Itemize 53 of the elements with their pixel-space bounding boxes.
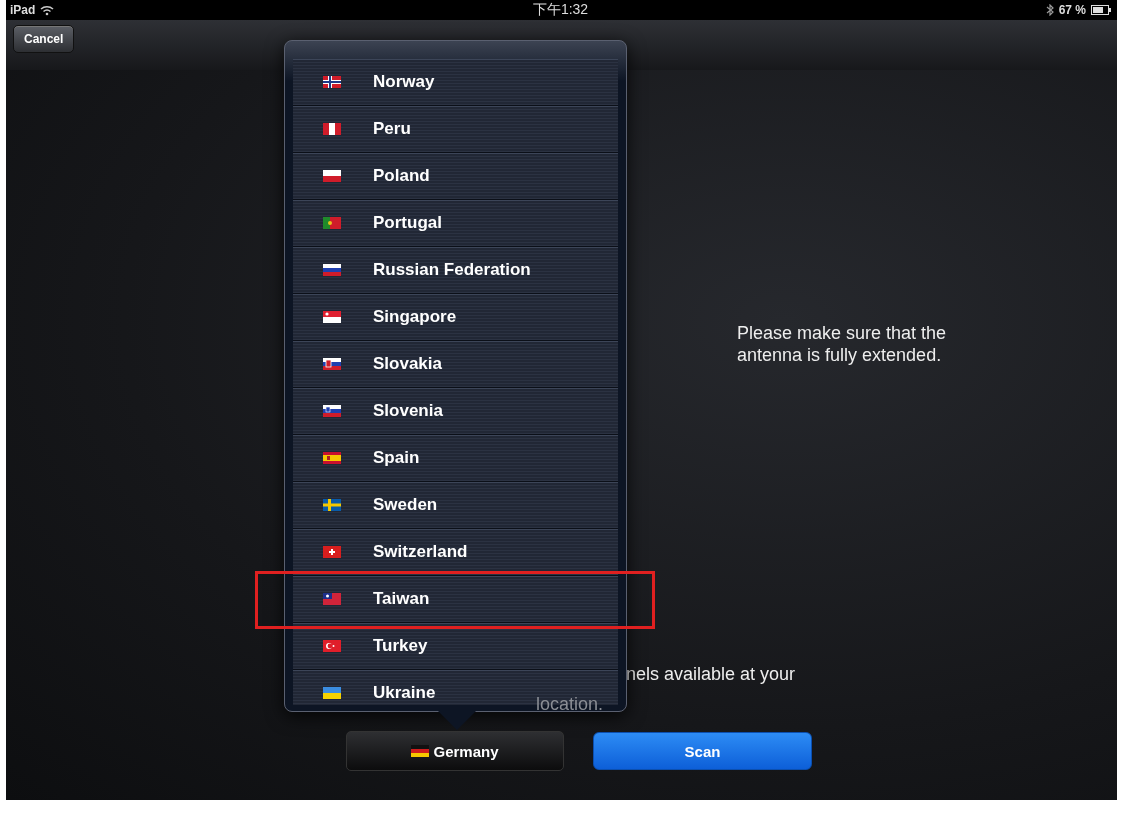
country-name: Peru — [373, 119, 411, 139]
antenna-message: Please make sure that the antenna is fully extended. — [737, 322, 948, 366]
flag-icon — [323, 546, 341, 558]
scan-button[interactable]: Scan — [593, 732, 812, 770]
country-row[interactable]: Switzerland — [293, 529, 618, 576]
country-name: Sweden — [373, 495, 438, 515]
flag-icon — [323, 593, 341, 605]
battery-percentage: 67 % — [1058, 3, 1086, 17]
country-name: Turkey — [373, 636, 428, 656]
country-row[interactable]: Taiwan — [293, 576, 618, 623]
country-row[interactable]: Peru — [293, 106, 618, 153]
flag-icon — [323, 452, 341, 464]
flag-icon — [323, 170, 341, 182]
country-row[interactable]: Russian Federation — [293, 247, 618, 294]
flag-icon — [323, 311, 341, 323]
country-name: Norway — [373, 72, 435, 92]
country-row[interactable]: Norway — [293, 59, 618, 106]
country-row[interactable]: Portugal — [293, 200, 618, 247]
flag-icon — [323, 640, 341, 652]
flag-icon — [323, 405, 341, 417]
country-row[interactable]: Poland — [293, 153, 618, 200]
country-row[interactable]: Singapore — [293, 294, 618, 341]
country-name: Taiwan — [373, 589, 430, 609]
wifi-icon — [40, 4, 55, 16]
device-name: iPad — [10, 3, 36, 17]
country-name: Slovakia — [373, 354, 442, 374]
country-name: Spain — [373, 448, 420, 468]
country-name: Russian Federation — [373, 260, 531, 280]
battery-icon — [1091, 5, 1111, 15]
country-row[interactable]: Sweden — [293, 482, 618, 529]
country-name: Singapore — [373, 307, 457, 327]
country-name: Poland — [373, 166, 430, 186]
bluetooth-icon — [1045, 4, 1054, 16]
flag-icon — [323, 264, 341, 276]
country-name: Slovenia — [373, 401, 443, 421]
country-name: Switzerland — [373, 542, 468, 562]
cancel-button[interactable]: Cancel — [13, 25, 75, 53]
flag-icon — [323, 123, 341, 135]
flag-icon — [411, 745, 430, 757]
flag-icon — [323, 76, 341, 88]
country-button[interactable]: Germany — [346, 731, 564, 771]
country-row[interactable]: Slovakia — [293, 341, 618, 388]
country-name: Portugal — [373, 213, 442, 233]
flag-icon — [323, 217, 341, 229]
channels-message: nels available at your — [626, 664, 796, 685]
country-row[interactable]: Slovenia — [293, 388, 618, 435]
country-name: Ukraine — [373, 683, 436, 703]
flag-icon — [323, 499, 341, 511]
flag-icon — [323, 687, 341, 699]
country-row[interactable]: Spain — [293, 435, 618, 482]
country-row[interactable]: Turkey — [293, 623, 618, 670]
status-time: 下午1:32 — [532, 1, 589, 19]
flag-icon — [323, 358, 341, 370]
